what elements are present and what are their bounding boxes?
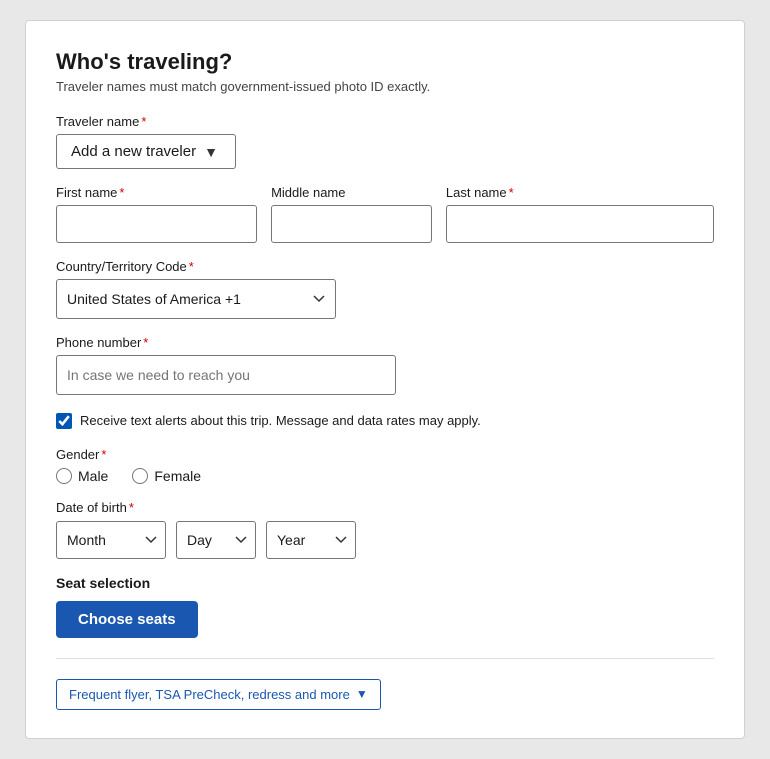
page-subtitle: Traveler names must match government-iss…: [56, 79, 714, 94]
traveler-name-dropdown[interactable]: Add a new traveler ▼: [56, 134, 236, 169]
text-alerts-label: Receive text alerts about this trip. Mes…: [80, 411, 481, 431]
last-name-label: Last name*: [446, 185, 714, 200]
gender-female-option[interactable]: Female: [132, 468, 201, 484]
gender-label: Gender*: [56, 447, 714, 462]
country-group: Country/Territory Code* United States of…: [56, 259, 714, 319]
phone-group: Phone number*: [56, 335, 714, 395]
last-name-group: Last name*: [446, 185, 714, 243]
name-row: First name* Middle name Last name*: [56, 185, 714, 243]
chevron-down-icon: ▼: [204, 144, 218, 160]
chevron-down-icon: ▼: [356, 687, 368, 701]
gender-female-label: Female: [154, 468, 201, 484]
gender-group: Gender* Male Female: [56, 447, 714, 484]
first-name-input[interactable]: [56, 205, 257, 243]
dob-group: Date of birth* Month JanuaryFebruaryMarc…: [56, 500, 714, 559]
country-label: Country/Territory Code*: [56, 259, 714, 274]
dob-label: Date of birth*: [56, 500, 714, 515]
seat-selection-label: Seat selection: [56, 575, 714, 591]
gender-male-radio[interactable]: [56, 468, 72, 484]
traveler-name-value: Add a new traveler: [71, 143, 196, 160]
frequent-flyer-button[interactable]: Frequent flyer, TSA PreCheck, redress an…: [56, 679, 381, 710]
dob-day-select[interactable]: Day 12345 678910 1112131415 1617181920 2…: [176, 521, 256, 559]
country-select[interactable]: United States of America +1 Canada +1 Un…: [56, 279, 336, 319]
dob-selects: Month JanuaryFebruaryMarch AprilMayJune …: [56, 521, 714, 559]
frequent-flyer-section: Frequent flyer, TSA PreCheck, redress an…: [56, 679, 714, 710]
choose-seats-button[interactable]: Choose seats: [56, 601, 198, 638]
dob-year-select[interactable]: Year 202420102000 199019801970 19601950: [266, 521, 356, 559]
gender-male-label: Male: [78, 468, 108, 484]
seat-selection-group: Seat selection Choose seats: [56, 575, 714, 638]
traveler-name-group: Traveler name* Add a new traveler ▼: [56, 114, 714, 169]
dob-month-select[interactable]: Month JanuaryFebruaryMarch AprilMayJune …: [56, 521, 166, 559]
phone-label: Phone number*: [56, 335, 714, 350]
last-name-input[interactable]: [446, 205, 714, 243]
gender-options: Male Female: [56, 468, 714, 484]
first-name-label: First name*: [56, 185, 257, 200]
page-title: Who's traveling?: [56, 49, 714, 75]
text-alerts-row: Receive text alerts about this trip. Mes…: [56, 411, 714, 431]
phone-input[interactable]: [56, 355, 396, 395]
section-divider: [56, 658, 714, 659]
middle-name-input[interactable]: [271, 205, 432, 243]
first-name-group: First name*: [56, 185, 257, 243]
traveler-name-label: Traveler name*: [56, 114, 714, 129]
middle-name-label: Middle name: [271, 185, 432, 200]
middle-name-group: Middle name: [271, 185, 432, 243]
main-card: Who's traveling? Traveler names must mat…: [25, 20, 745, 739]
frequent-flyer-label: Frequent flyer, TSA PreCheck, redress an…: [69, 687, 350, 702]
gender-male-option[interactable]: Male: [56, 468, 108, 484]
text-alerts-checkbox[interactable]: [56, 413, 72, 429]
gender-female-radio[interactable]: [132, 468, 148, 484]
